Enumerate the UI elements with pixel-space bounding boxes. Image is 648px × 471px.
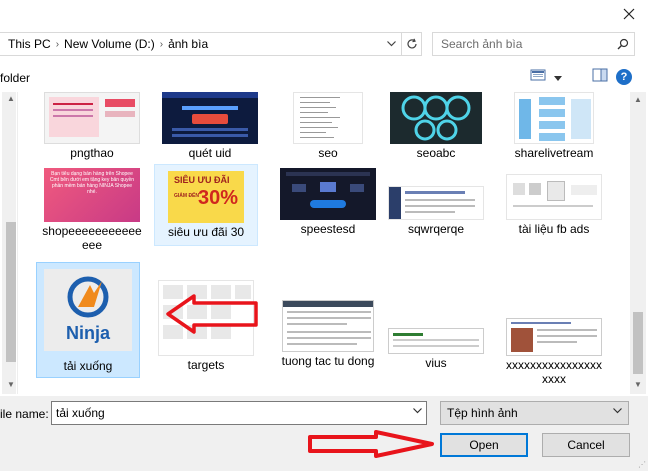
- file-label: seo: [318, 146, 338, 160]
- address-bar[interactable]: This PC › New Volume (D:) › ảnh bìa: [0, 32, 422, 56]
- thumbnail-badge: 30%: [198, 187, 239, 209]
- scroll-up-icon[interactable]: ▲: [7, 94, 15, 103]
- search-placeholder: Search ảnh bìa: [441, 37, 523, 51]
- file-label: sharelivetream: [514, 146, 594, 160]
- file-item-selected[interactable]: Ninja tải xuống: [36, 262, 140, 378]
- chevron-down-icon[interactable]: [613, 406, 622, 416]
- file-thumbnail: [162, 92, 258, 144]
- file-label: xxxxxxxxxxxxxxxxxxxx: [506, 358, 602, 386]
- resize-grip-icon[interactable]: ⋰: [638, 460, 646, 469]
- scroll-up-icon[interactable]: ▲: [634, 95, 642, 104]
- scroll-down-icon[interactable]: ▼: [634, 380, 642, 389]
- thumbnail-logo-text: Ninja: [65, 323, 110, 343]
- open-button[interactable]: Open: [440, 433, 528, 457]
- file-item[interactable]: quét uid: [158, 92, 262, 160]
- file-label: shopeeeeeeeeeeeeee: [42, 224, 142, 252]
- close-icon[interactable]: [618, 3, 640, 25]
- toolbar: folder ?: [0, 64, 648, 92]
- file-label: targets: [187, 358, 225, 372]
- thumbnail-title: SIÊU ƯU ĐÃI: [174, 175, 230, 185]
- file-item[interactable]: seo: [276, 92, 380, 160]
- file-name-input[interactable]: tải xuống: [51, 401, 427, 425]
- file-label: seoabc: [416, 146, 456, 160]
- file-label: sqwrqerqe: [407, 222, 465, 236]
- file-item[interactable]: vius: [384, 328, 488, 370]
- file-thumbnail: [506, 174, 602, 220]
- file-thumbnail: [44, 92, 140, 144]
- file-thumbnail: [390, 92, 482, 144]
- nav-scrollbar-thumb[interactable]: [6, 222, 16, 362]
- search-input[interactable]: Search ảnh bìa: [432, 32, 635, 56]
- file-label: tải xuống: [63, 359, 113, 373]
- file-dialog-footer: ile name: tải xuống Tệp hình ảnh Open Ca…: [0, 396, 648, 471]
- file-label: speestesd: [300, 222, 356, 236]
- file-item[interactable]: sharelivetream: [502, 92, 606, 160]
- view-dropdown-icon[interactable]: [554, 70, 562, 84]
- file-thumbnail: SIÊU ƯU ĐÃI GIẢM ĐẾN 30%: [168, 171, 244, 223]
- file-type-select[interactable]: Tệp hình ảnh: [440, 401, 629, 425]
- new-folder-button[interactable]: folder: [0, 71, 30, 85]
- file-item[interactable]: speestesd: [276, 168, 380, 236]
- file-label: siêu ưu đãi 30: [167, 225, 245, 239]
- breadcrumb-drive[interactable]: New Volume (D:): [61, 37, 158, 51]
- file-label: pngthao: [70, 146, 114, 160]
- file-view-scrollbar[interactable]: ▲ ▼: [630, 92, 646, 394]
- file-item[interactable]: SIÊU ƯU ĐÃI GIẢM ĐẾN 30% siêu ưu đãi 30: [154, 164, 258, 246]
- breadcrumb-this-pc[interactable]: This PC: [0, 37, 54, 51]
- file-view[interactable]: pngthao quét uid seo seoabc sharelivetre…: [22, 92, 628, 394]
- file-label: vius: [425, 356, 447, 370]
- file-label: quét uid: [188, 146, 232, 160]
- file-type-value: Tệp hình ảnh: [447, 406, 518, 420]
- thumbnail-caption: Bạn tiêu dạng bán hàng trên Shopee Cmt b…: [49, 171, 135, 195]
- file-thumbnail: [388, 186, 484, 220]
- file-thumbnail: [514, 92, 594, 144]
- view-options-icon[interactable]: [530, 68, 546, 85]
- nav-scrollbar[interactable]: ▲ ▼: [2, 92, 16, 394]
- file-thumbnail: [388, 328, 484, 354]
- search-icon[interactable]: [612, 38, 634, 50]
- chevron-right-icon[interactable]: ›: [54, 39, 61, 50]
- file-thumbnail: [280, 168, 376, 220]
- chevron-right-icon[interactable]: ›: [158, 39, 165, 50]
- file-item[interactable]: seoabc: [384, 92, 488, 160]
- file-thumbnail: [282, 300, 374, 352]
- chevron-down-icon[interactable]: [413, 406, 422, 416]
- file-item[interactable]: xxxxxxxxxxxxxxxxxxxx: [502, 318, 606, 386]
- file-label: tuong tac tu dong: [281, 354, 375, 368]
- cancel-button[interactable]: Cancel: [542, 433, 630, 457]
- scroll-down-icon[interactable]: ▼: [7, 380, 15, 389]
- chevron-down-icon[interactable]: [381, 33, 401, 55]
- title-bar: [0, 0, 648, 30]
- file-name-value: tải xuống: [56, 406, 105, 420]
- file-thumbnail: [506, 318, 602, 356]
- file-thumbnail: Bạn tiêu dạng bán hàng trên Shopee Cmt b…: [44, 168, 140, 222]
- file-label: tài liệu fb ads: [518, 222, 590, 236]
- thumbnail-small: GIẢM ĐẾN: [174, 193, 199, 199]
- file-item[interactable]: pngthao: [40, 92, 144, 160]
- preview-pane-icon[interactable]: [592, 68, 608, 85]
- file-name-label: ile name:: [0, 407, 49, 421]
- help-icon[interactable]: ?: [616, 68, 632, 85]
- breadcrumb-folder[interactable]: ảnh bìa: [165, 37, 211, 51]
- file-thumbnail: [293, 92, 363, 144]
- file-thumbnail: Ninja: [44, 269, 132, 351]
- scrollbar-thumb[interactable]: [633, 312, 643, 374]
- file-item[interactable]: tài liệu fb ads: [502, 168, 606, 236]
- navigation-pane[interactable]: ▲ ▼: [0, 92, 18, 394]
- file-thumbnail: [158, 280, 254, 356]
- file-item[interactable]: targets: [154, 280, 258, 372]
- file-item[interactable]: sqwrqerqe: [384, 168, 488, 236]
- file-item[interactable]: tuong tac tu dong: [276, 300, 380, 368]
- file-item[interactable]: Bạn tiêu dạng bán hàng trên Shopee Cmt b…: [40, 168, 144, 252]
- refresh-icon[interactable]: [401, 33, 421, 55]
